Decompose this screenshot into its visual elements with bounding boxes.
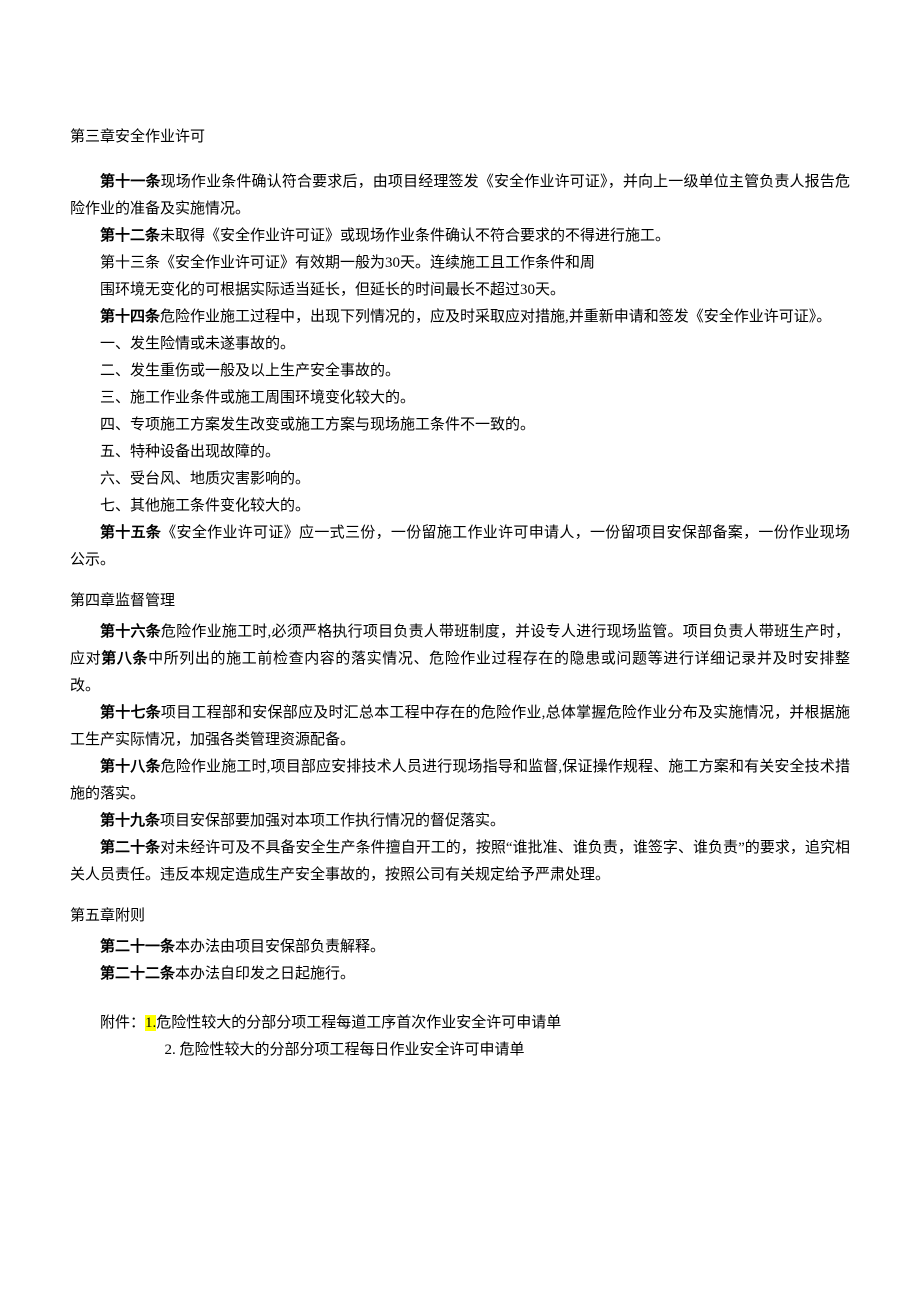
article-19-label: 第十九条 (100, 813, 160, 829)
article-15-label: 第十五条 (100, 525, 161, 541)
article-14-item-4: 四、专项施工方案发生改变或施工方案与现场施工条件不一致的。 (70, 412, 850, 439)
attachment-prefix: 附件： (100, 1015, 145, 1031)
article-17: 第十七条项目工程部和安保部应及时汇总本工程中存在的危险作业,总体掌握危险作业分布… (70, 700, 850, 754)
article-14-item-2: 二、发生重伤或一般及以上生产安全事故的。 (70, 358, 850, 385)
article-20-text: 对未经许可及不具备安全生产条件擅自开工的，按照“谁批准、谁负责，谁签字、谁负责”… (70, 840, 850, 883)
article-17-text: 项目工程部和安保部应及时汇总本工程中存在的危险作业,总体掌握危险作业分布及实施情… (70, 705, 850, 748)
article-14-item-1: 一、发生险情或未遂事故的。 (70, 331, 850, 358)
article-12-label: 第十二条 (100, 228, 160, 244)
article-13-line2: 围环境无变化的可根据实际适当延长，但延长的时间最长不超过30天。 (70, 277, 850, 304)
article-18: 第十八条危险作业施工时,项目部应安排技术人员进行现场指导和监督,保证操作规程、施… (70, 754, 850, 808)
article-14-text: 危险作业施工过程中，出现下列情况的，应及时采取应对措施,并重新申请和签发《安全作… (160, 309, 831, 325)
article-14: 第十四条危险作业施工过程中，出现下列情况的，应及时采取应对措施,并重新申请和签发… (70, 304, 850, 331)
article-16-post: 中所列出的施工前检查内容的落实情况、危险作业过程存在的隐患或问题等进行详细记录并… (70, 651, 850, 694)
article-14-label: 第十四条 (100, 309, 160, 325)
attachment-line-2: 2. 危险性较大的分部分项工程每日作业安全许可申请单 (70, 1037, 850, 1064)
article-14-item-6: 六、受台风、地质灾害影响的。 (70, 466, 850, 493)
article-21-text: 本办法由项目安保部负责解释。 (175, 939, 385, 955)
article-21: 第二十一条本办法由项目安保部负责解释。 (70, 934, 850, 961)
article-14-item-3: 三、施工作业条件或施工周围环境变化较大的。 (70, 385, 850, 412)
article-20: 第二十条对未经许可及不具备安全生产条件擅自开工的，按照“谁批准、谁负责，谁签字、… (70, 835, 850, 889)
article-15: 第十五条《安全作业许可证》应一式三份，一份留施工作业许可申请人，一份留项目安保部… (70, 520, 850, 574)
article-16: 第十六条危险作业施工时,必须严格执行项目负责人带班制度，并设专人进行现场监管。项… (70, 619, 850, 700)
chapter-5-title: 第五章附则 (70, 903, 850, 930)
article-20-label: 第二十条 (100, 840, 160, 856)
article-13-line1: 第十三条《安全作业许可证》有效期一般为30天。连续施工且工作条件和周 (70, 250, 850, 277)
article-12-text: 未取得《安全作业许可证》或现场作业条件确认不符合要求的不得进行施工。 (160, 228, 670, 244)
chapter-4-title: 第四章监督管理 (70, 588, 850, 615)
article-14-item-7: 七、其他施工条件变化较大的。 (70, 493, 850, 520)
attachment-num-1-highlight: 1. (145, 1015, 156, 1031)
article-14-item-5: 五、特种设备出现故障的。 (70, 439, 850, 466)
article-12: 第十二条未取得《安全作业许可证》或现场作业条件确认不符合要求的不得进行施工。 (70, 223, 850, 250)
article-19: 第十九条项目安保部要加强对本项工作执行情况的督促落实。 (70, 808, 850, 835)
article-17-label: 第十七条 (100, 705, 161, 721)
chapter-3-title: 第三章安全作业许可 (70, 124, 850, 151)
attachment-line-1: 附件：1.危险性较大的分部分项工程每道工序首次作业安全许可申请单 (70, 1010, 850, 1037)
article-16-mid-bold: 第八条 (101, 651, 148, 667)
article-11-label: 第十一条 (100, 174, 161, 190)
article-11: 第十一条现场作业条件确认符合要求后，由项目经理签发《安全作业许可证》，并向上一级… (70, 169, 850, 223)
attachment-item-1: 危险性较大的分部分项工程每道工序首次作业安全许可申请单 (156, 1015, 561, 1031)
article-18-text: 危险作业施工时,项目部应安排技术人员进行现场指导和监督,保证操作规程、施工方案和… (70, 759, 850, 802)
article-21-label: 第二十一条 (100, 939, 175, 955)
document-page: 第三章安全作业许可 第十一条现场作业条件确认符合要求后，由项目经理签发《安全作业… (0, 0, 920, 1124)
article-16-label: 第十六条 (100, 624, 161, 640)
article-11-text: 现场作业条件确认符合要求后，由项目经理签发《安全作业许可证》，并向上一级单位主管… (70, 174, 850, 217)
article-22-label: 第二十二条 (100, 966, 175, 982)
article-22: 第二十二条本办法自印发之日起施行。 (70, 961, 850, 988)
article-18-label: 第十八条 (100, 759, 161, 775)
article-19-text: 项目安保部要加强对本项工作执行情况的督促落实。 (160, 813, 505, 829)
article-22-text: 本办法自印发之日起施行。 (175, 966, 355, 982)
article-15-text: 《安全作业许可证》应一式三份，一份留施工作业许可申请人，一份留项目安保部备案，一… (70, 525, 850, 568)
